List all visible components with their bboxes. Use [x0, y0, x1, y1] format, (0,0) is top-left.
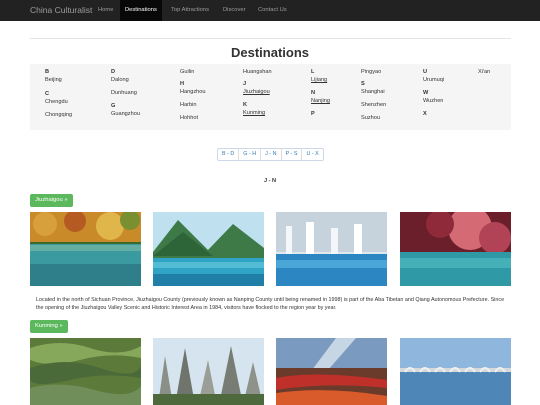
- index-letter-k: K: [243, 102, 248, 108]
- index-letter-u: U: [423, 69, 428, 75]
- index-city-chengdu[interactable]: Chengdu: [45, 99, 68, 105]
- index-letter-d: D: [111, 69, 116, 75]
- index-city-beijing[interactable]: Beijing: [45, 77, 62, 83]
- jiuzhaigou-photo-1[interactable]: [30, 212, 141, 286]
- divider: [30, 38, 511, 39]
- index-letter-c: C: [45, 91, 50, 97]
- index-city-huangshan[interactable]: Huangshan: [243, 69, 272, 75]
- kunming-photo-3[interactable]: [276, 338, 387, 405]
- index-city-harbin[interactable]: Harbin: [180, 102, 196, 108]
- kunming-button[interactable]: Kunming »: [30, 320, 68, 333]
- city-index: B Beijing C Chengdu Chongqing D Dalong D…: [30, 64, 511, 130]
- index-city-lijiang[interactable]: Lijiang: [311, 77, 327, 83]
- index-city-urumuqi[interactable]: Urumuqi: [423, 77, 444, 83]
- kunming-photo-1[interactable]: [30, 338, 141, 405]
- index-city-guilin[interactable]: Guilin: [180, 69, 194, 75]
- nav-discover[interactable]: Discover: [218, 0, 251, 21]
- index-city-suzhou[interactable]: Suzhou: [361, 115, 380, 121]
- index-city-dalong[interactable]: Dalong: [111, 77, 129, 83]
- jiuzhaigou-description: Located in the north of Sichuan Province…: [36, 297, 505, 311]
- jiuzhaigou-button[interactable]: Jiuzhaigou »: [30, 194, 73, 207]
- index-letter-b: B: [45, 69, 50, 75]
- index-city-shenzhen[interactable]: Shenzhen: [361, 102, 386, 108]
- page-title: Destinations: [230, 45, 309, 60]
- index-letter-j: J: [243, 81, 247, 87]
- index-city-shanghai[interactable]: Shanghai: [361, 89, 385, 95]
- index-letter-p: P: [311, 111, 315, 117]
- index-city-guangzhou[interactable]: Guangzhou: [111, 111, 140, 117]
- pager-g-h[interactable]: G - H: [239, 149, 262, 160]
- letter-pager: B - D G - H J - N P - S U - X: [217, 148, 324, 161]
- index-city-pingyao[interactable]: Pingyao: [361, 69, 381, 75]
- jiuzhaigou-photo-2[interactable]: [153, 212, 264, 286]
- kunming-photo-4[interactable]: [400, 338, 511, 405]
- pager-b-d[interactable]: B - D: [218, 149, 240, 160]
- jiuzhaigou-photo-4[interactable]: [400, 212, 511, 286]
- jiuzhaigou-photo-3[interactable]: [276, 212, 387, 286]
- nav-destinations[interactable]: Destinations: [120, 0, 162, 21]
- index-city-kunming[interactable]: Kunming: [243, 110, 265, 116]
- index-city-wuzhen[interactable]: Wuzhen: [423, 98, 443, 104]
- pager-p-s[interactable]: P - S: [282, 149, 303, 160]
- index-letter-w: W: [423, 90, 429, 96]
- brand-link[interactable]: China Culturalist: [30, 5, 92, 15]
- kunming-photo-2[interactable]: [153, 338, 264, 405]
- section-heading: J - N: [263, 178, 277, 184]
- nav-contact-us[interactable]: Contact Us: [253, 0, 292, 21]
- pager-j-n[interactable]: J - N: [261, 149, 282, 160]
- index-letter-h: H: [180, 81, 185, 87]
- index-city-hohhot[interactable]: Hohhot: [180, 115, 198, 121]
- index-city-hangzhou[interactable]: Hangzhou: [180, 89, 206, 95]
- pager-u-x[interactable]: U - X: [302, 149, 322, 160]
- index-city-nanjing[interactable]: Nanjing: [311, 98, 330, 104]
- nav-top-attractions[interactable]: Top Attractions: [166, 0, 214, 21]
- index-letter-l: L: [311, 69, 315, 75]
- index-city-jiuzhaigou[interactable]: Jiuzhaigou: [243, 89, 270, 95]
- nav-home[interactable]: Home: [93, 0, 118, 21]
- index-letter-x: X: [423, 111, 427, 117]
- index-city-xian[interactable]: Xi'an: [478, 69, 490, 75]
- navbar: China Culturalist Home Destinations Top …: [0, 0, 540, 21]
- index-letter-n: N: [311, 90, 316, 96]
- index-letter-s: S: [361, 81, 365, 87]
- index-city-chongqing[interactable]: Chongqing: [45, 112, 72, 118]
- index-letter-g: G: [111, 103, 116, 109]
- index-city-dunhuang[interactable]: Dunhuang: [111, 90, 137, 96]
